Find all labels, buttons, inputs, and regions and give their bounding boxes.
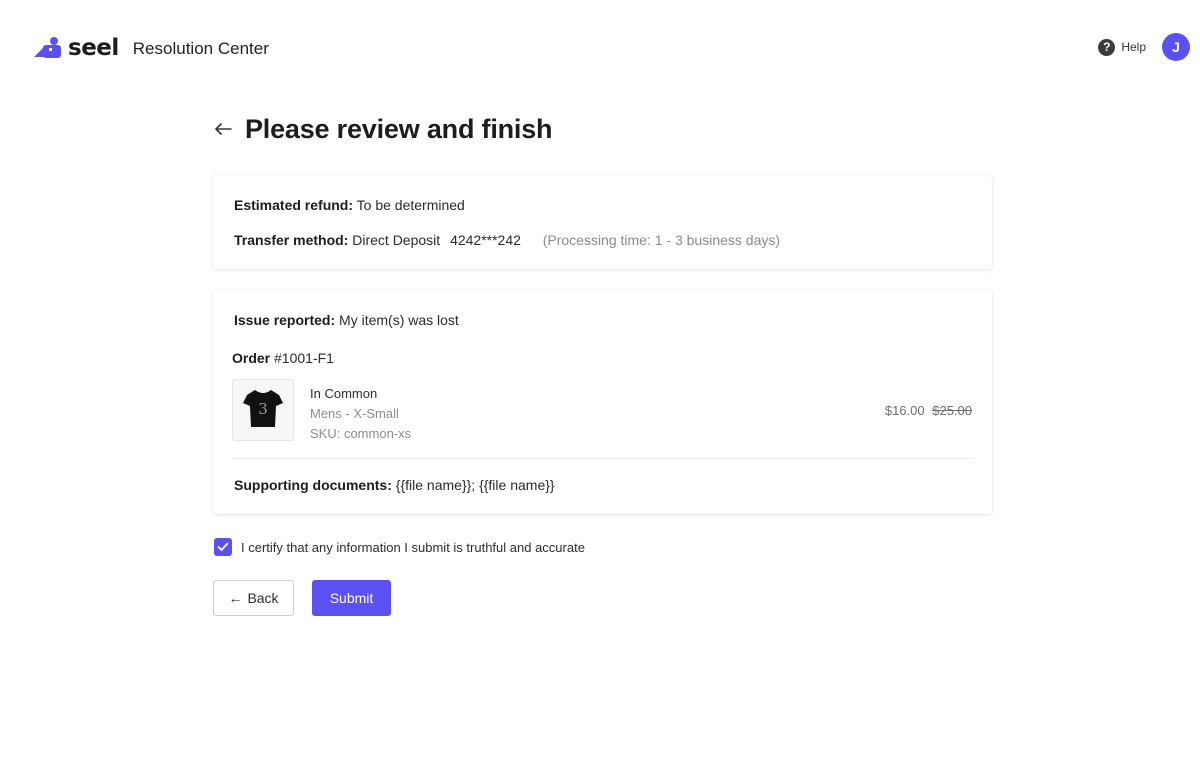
page-heading: Please review and finish [213,112,553,146]
submit-button-label: Submit [329,590,374,606]
issue-reported-label: Issue reported: [234,312,336,328]
issue-reported-value: My item(s) was lost [339,312,459,328]
product-sku: SKU: common-xs [310,426,412,441]
avatar[interactable]: J [1162,33,1190,61]
header-actions: ? Help J [1098,33,1190,61]
product-price: $16.00 $25.00 [885,403,972,418]
certify-text: I certify that any information I submit … [241,539,585,555]
app-header: seel Resolution Center ? Help J [0,0,1200,96]
help-link[interactable]: ? Help [1098,38,1146,56]
back-button[interactable]: ← Back [213,580,294,616]
seel-logo-icon [32,35,64,61]
product-thumbnail: 3 [232,379,294,441]
help-icon: ? [1098,38,1116,56]
help-label: Help [1121,40,1146,54]
supporting-documents-row: Supporting documents: {{file name}}; {{f… [234,477,555,493]
refund-summary-card: Estimated refund: To be determined Trans… [213,175,992,269]
app-title: Resolution Center [132,38,269,58]
tshirt-icon: 3 [239,384,287,437]
svg-text:3: 3 [258,400,268,418]
estimated-refund-value: To be determined [356,197,465,213]
product-info: In Common Mens - X-Small SKU: common-xs [310,384,411,444]
brand-name: seel [68,34,119,61]
page-title: Please review and finish [245,113,553,144]
estimated-refund-row: Estimated refund: To be determined [234,197,465,213]
supporting-documents-label: Supporting documents: [234,477,392,493]
certify-checkbox-row[interactable]: I certify that any information I submit … [214,538,585,556]
checkmark-icon [217,542,229,551]
order-number: #1001-F1 [274,350,334,366]
order-row: Order #1001-F1 [232,350,334,366]
submit-button[interactable]: Submit [312,580,391,616]
supporting-documents-value: {{file name}}; {{file name}} [395,477,555,493]
account-number: 4242***242 [450,232,521,248]
product-variant: Mens - X-Small [310,406,399,421]
transfer-method-row: Transfer method: Direct Deposit 4242***2… [234,232,780,248]
brand[interactable]: seel Resolution Center [32,32,269,64]
issue-summary-card: Issue reported: My item(s) was lost Orde… [213,290,992,514]
certify-checkbox[interactable] [214,538,232,556]
sale-price: $16.00 [884,403,925,418]
processing-time: (Processing time: 1 - 3 business days) [542,232,781,248]
back-arrow-icon[interactable] [213,119,233,139]
back-arrow-icon: ← [228,590,243,606]
issue-reported-row: Issue reported: My item(s) was lost [234,312,459,328]
back-button-label: Back [247,590,279,606]
transfer-method-value: Direct Deposit [352,232,441,248]
order-label: Order [232,350,271,366]
divider [232,458,973,459]
transfer-method-label: Transfer method: [234,232,349,248]
product-name: In Common [310,386,378,401]
original-price: $25.00 [932,403,972,418]
estimated-refund-label: Estimated refund: [234,197,354,213]
product-line-item: 3 In Common Mens - X-Small SKU: common-x… [232,379,972,441]
